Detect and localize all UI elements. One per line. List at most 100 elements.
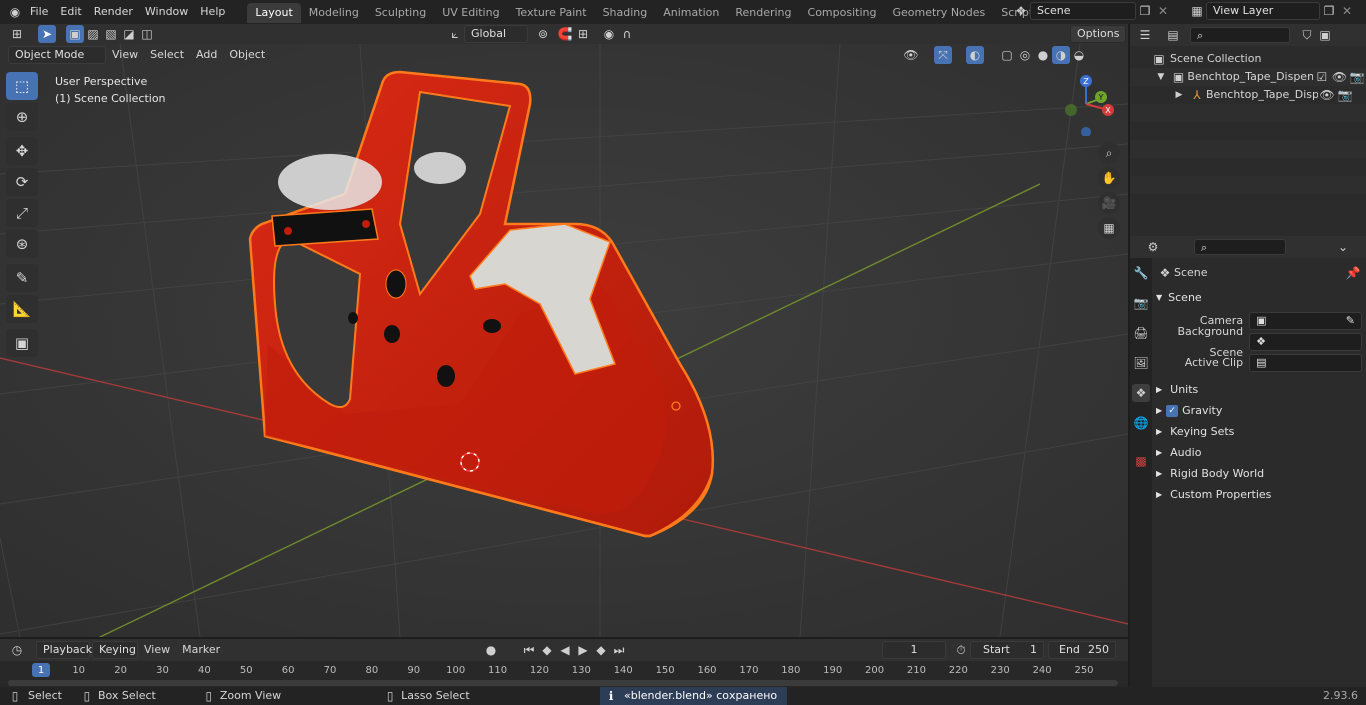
tab-geometry-nodes[interactable]: Geometry Nodes xyxy=(884,3,993,23)
status-message[interactable]: ℹ «blender.blend» сохранено xyxy=(600,687,788,705)
jump-end-icon[interactable]: ⏭ xyxy=(610,641,628,659)
panel-gravity[interactable]: ▶ ✓ Gravity xyxy=(1156,400,1362,421)
gravity-checkbox[interactable]: ✓ xyxy=(1166,404,1179,417)
close-scene-icon[interactable]: ✕ xyxy=(1154,2,1172,20)
menu-help[interactable]: Help xyxy=(194,0,231,24)
tab-uv-editing[interactable]: UV Editing xyxy=(434,3,507,23)
viewport-menu-view[interactable]: View xyxy=(106,45,144,65)
shading-solid-icon[interactable]: ● xyxy=(1034,46,1052,64)
select-extend-icon[interactable]: ▨ xyxy=(84,25,102,43)
move-tool-icon[interactable]: ✥ xyxy=(6,137,38,165)
timeline-menu-view[interactable]: View xyxy=(138,640,176,660)
navigation-gizmo[interactable]: Z Y X xyxy=(1056,72,1120,137)
eye-icon[interactable]: 👁 xyxy=(1331,68,1349,86)
panel-units[interactable]: ▶ Units xyxy=(1156,379,1362,400)
tab-sculpting[interactable]: Sculpting xyxy=(367,3,434,23)
properties-search-input[interactable]: ⌕ xyxy=(1194,239,1286,255)
pan-hand-icon[interactable]: ✋ xyxy=(1098,167,1120,189)
scene-name-field[interactable]: Scene xyxy=(1030,2,1136,20)
scene-tab-icon[interactable]: ❖ xyxy=(1132,384,1150,402)
filter-icon[interactable]: ⛉ xyxy=(1298,26,1316,44)
output-tab-icon[interactable]: 🖨 xyxy=(1132,324,1150,342)
select-subtract-icon[interactable]: ▧ xyxy=(102,25,120,43)
exclude-checkbox-icon[interactable]: ☑ xyxy=(1313,68,1331,86)
measure-tool-icon[interactable]: 📐 xyxy=(6,295,38,323)
falloff-icon[interactable]: ∩ xyxy=(618,25,636,43)
tab-compositing[interactable]: Compositing xyxy=(800,3,885,23)
select-new-icon[interactable]: ▣ xyxy=(66,25,84,43)
pin-icon[interactable]: 📌 xyxy=(1344,264,1362,282)
timeline-scrollbar[interactable] xyxy=(8,680,1118,686)
gizmo-toggle-icon[interactable]: ⤧ xyxy=(934,46,952,64)
panel-audio[interactable]: ▶ Audio xyxy=(1156,442,1362,463)
menu-window[interactable]: Window xyxy=(139,0,194,24)
display-mode-icon[interactable]: ▤ xyxy=(1164,26,1182,44)
options-button[interactable]: Options xyxy=(1070,25,1127,43)
ortho-grid-icon[interactable]: ▦ xyxy=(1098,217,1120,239)
timeline-menu-marker[interactable]: Marker xyxy=(176,640,226,660)
active-clip-field[interactable]: ▤ xyxy=(1249,353,1362,372)
3d-viewport[interactable]: User Perspective (1) Scene Collection Z … xyxy=(0,44,1128,637)
keying-menu[interactable]: Keying xyxy=(92,641,138,659)
camera-field[interactable]: ▣ ✎ xyxy=(1249,311,1362,330)
select-tool-icon[interactable]: ➤ xyxy=(38,25,56,43)
select-invert-icon[interactable]: ◪ xyxy=(120,25,138,43)
menu-edit[interactable]: Edit xyxy=(54,0,87,24)
cursor-tool-icon[interactable]: ⊕ xyxy=(6,103,38,131)
eyedropper-icon[interactable]: ✎ xyxy=(1346,313,1355,329)
pivot-point-icon[interactable]: ⊚ xyxy=(534,25,552,43)
outliner-row-object[interactable]: ▶ ⅄ Benchtop_Tape_Dispense 👁 📷 xyxy=(1130,86,1366,104)
end-frame-field[interactable]: End 250 xyxy=(1048,641,1116,659)
timeline-editor-icon[interactable]: ◷ xyxy=(8,641,26,659)
record-icon[interactable]: ● xyxy=(482,641,500,659)
playback-menu[interactable]: Playback xyxy=(36,641,92,659)
zoom-icon[interactable]: ⌕ xyxy=(1098,142,1120,164)
scale-tool-icon[interactable]: ⤢ xyxy=(6,199,38,227)
play-icon[interactable]: ▶ xyxy=(574,641,592,659)
outliner-row-collection[interactable]: ▼ ▣ Benchtop_Tape_Dispenser_wi ☑ 👁 📷 xyxy=(1130,68,1366,86)
expand-down-icon[interactable]: ▼ xyxy=(1152,68,1170,86)
eye-icon[interactable]: 👁 xyxy=(1318,86,1336,104)
tab-modeling[interactable]: Modeling xyxy=(301,3,367,23)
tool-tab-icon[interactable]: 🔧 xyxy=(1132,264,1150,282)
copy-view-layer-icon[interactable]: ❐ xyxy=(1320,2,1338,20)
transform-orientation-select[interactable]: Global xyxy=(464,25,528,43)
menu-file[interactable]: File xyxy=(24,0,54,24)
outliner-row-scene-collection[interactable]: ▣ Scene Collection xyxy=(1130,50,1366,68)
snap-icon[interactable]: 🧲 xyxy=(556,25,574,43)
panel-keying-sets[interactable]: ▶ Keying Sets xyxy=(1156,421,1362,442)
render-camera-icon[interactable]: 📷 xyxy=(1336,86,1354,104)
camera-view-icon[interactable]: 🎥 xyxy=(1098,192,1120,214)
background-scene-field[interactable]: ❖ xyxy=(1249,332,1362,351)
jump-start-icon[interactable]: ⏮ xyxy=(520,641,538,659)
tab-texture-paint[interactable]: Texture Paint xyxy=(508,3,595,23)
render-camera-icon[interactable]: 📷 xyxy=(1348,68,1366,86)
next-keyframe-icon[interactable]: ◆ xyxy=(592,641,610,659)
tab-rendering[interactable]: Rendering xyxy=(727,3,799,23)
tab-layout[interactable]: Layout xyxy=(247,3,301,23)
world-tab-icon[interactable]: 🌐 xyxy=(1132,414,1150,432)
tab-shading[interactable]: Shading xyxy=(595,3,656,23)
overlay-toggle-icon[interactable]: ◐ xyxy=(966,46,984,64)
viewport-menu-select[interactable]: Select xyxy=(144,45,190,65)
mode-select[interactable]: Object Mode xyxy=(8,46,106,64)
viewport-menu-add[interactable]: Add xyxy=(190,45,223,65)
properties-editor-icon[interactable]: ⚙ xyxy=(1144,238,1162,256)
visibility-icon[interactable]: 👁 xyxy=(902,46,920,64)
panel-custom-properties[interactable]: ▶ Custom Properties xyxy=(1156,484,1362,505)
rotate-tool-icon[interactable]: ⟳ xyxy=(6,168,38,196)
play-reverse-icon[interactable]: ◀ xyxy=(556,641,574,659)
menu-render[interactable]: Render xyxy=(88,0,139,24)
shading-rendered-icon[interactable]: ◒ xyxy=(1070,46,1088,64)
select-intersect-icon[interactable]: ◫ xyxy=(138,25,156,43)
properties-options-icon[interactable]: ⌄ xyxy=(1334,238,1352,256)
close-view-layer-icon[interactable]: ✕ xyxy=(1338,2,1356,20)
add-collection-icon[interactable]: ▣ xyxy=(1316,26,1334,44)
tab-animation[interactable]: Animation xyxy=(655,3,727,23)
xray-icon[interactable]: ▢ xyxy=(998,46,1016,64)
scene-icon[interactable]: ❖ xyxy=(1012,2,1030,20)
expand-right-icon[interactable]: ▶ xyxy=(1170,86,1188,104)
blender-logo-icon[interactable]: ◉ xyxy=(6,3,24,21)
start-frame-field[interactable]: Start 1 xyxy=(970,641,1044,659)
texture-tab-icon[interactable]: ▩ xyxy=(1132,452,1150,470)
